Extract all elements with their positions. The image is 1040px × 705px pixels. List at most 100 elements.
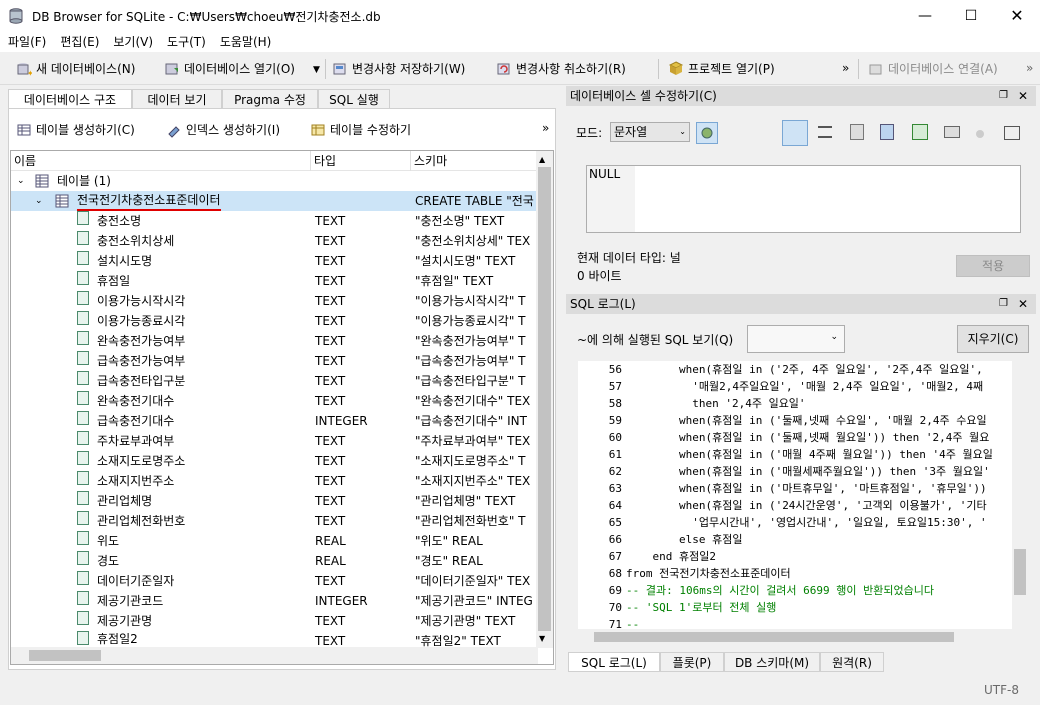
cell-editor[interactable]: NULL — [586, 165, 1021, 233]
float-dock-icon[interactable]: ❐ — [999, 294, 1008, 314]
open-project-button[interactable]: 프로젝트 열기(P) — [666, 57, 775, 81]
scroll-down-icon: ▼ — [539, 634, 546, 643]
menu-file[interactable]: 파일(F) — [2, 32, 52, 52]
field-row[interactable]: 주차료부과여부 TEXT "주차료부과여부" TEX — [11, 431, 536, 451]
col-type-header[interactable]: 타입 — [311, 151, 411, 171]
tree-vertical-scrollbar[interactable]: ▲ ▼ — [536, 151, 553, 648]
tables-node[interactable]: ⌄ 테이블 (1) — [11, 171, 536, 191]
field-row[interactable]: 완속충전가능여부 TEXT "완속충전가능여부" T — [11, 331, 536, 351]
field-row[interactable]: 충전소명 TEXT "충전소명" TEXT — [11, 211, 536, 231]
tab-remote[interactable]: 원격(R) — [820, 652, 884, 672]
field-icon — [77, 631, 89, 645]
field-row[interactable]: 데이터기준일자 TEXT "데이터기준일자" TEX — [11, 571, 536, 591]
close-button[interactable]: ✕ — [994, 0, 1040, 32]
tab-sql-log[interactable]: SQL 로그(L) — [568, 652, 660, 672]
print-icon[interactable] — [1004, 126, 1020, 140]
field-type: REAL — [315, 554, 346, 568]
field-row[interactable]: 소재지지번주소 TEXT "소재지지번주소" TEX — [11, 471, 536, 491]
field-row[interactable]: 위도 REAL "위도" REAL — [11, 531, 536, 551]
collapse-arrow-icon[interactable]: ⌄ — [17, 171, 25, 191]
save-icon[interactable] — [944, 126, 960, 138]
structure-more-icon[interactable]: » — [542, 121, 549, 135]
tab-pragma[interactable]: Pragma 수정 — [222, 89, 318, 109]
toolbar-more-icon[interactable]: » — [842, 61, 849, 75]
clear-log-button[interactable]: 지우기(C) — [957, 325, 1029, 353]
line-number: 59 — [608, 414, 622, 427]
create-table-button[interactable]: 테이블 생성하기(C) — [14, 118, 135, 142]
col-name-header[interactable]: 이름 — [11, 151, 311, 171]
log-line: 61 when(휴점일 in ('매월 4주째 월요일')) then '4주 … — [578, 446, 1028, 463]
field-row[interactable]: 제공기관명 TEXT "제공기관명" TEXT — [11, 611, 536, 631]
structure-toolbar: 테이블 생성하기(C) 인덱스 생성하기(I) 테이블 수정하기 » — [14, 118, 554, 140]
modify-table-button[interactable]: 테이블 수정하기 — [308, 118, 411, 142]
edit-cell-dock: 데이터베이스 셀 수정하기(C) ❐ ✕ 모드: 문자열 ⌄ NULL 현재 데이… — [566, 86, 1036, 284]
field-row[interactable]: 경도 REAL "경도" REAL — [11, 551, 536, 571]
attach-database-button[interactable]: 데이터베이스 연결(A) — [866, 57, 998, 81]
field-icon — [77, 591, 89, 605]
open-database-button[interactable]: 데이터베이스 열기(O) — [162, 57, 295, 81]
tree-horizontal-scrollbar[interactable] — [11, 647, 538, 664]
field-row[interactable]: 이용가능시작시각 TEXT "이용가능시작시각" T — [11, 291, 536, 311]
tab-db-schema[interactable]: DB 스키마(M) — [724, 652, 820, 672]
close-dock-icon[interactable]: ✕ — [1018, 86, 1028, 106]
field-row[interactable]: 급속충전가능여부 TEXT "급속충전가능여부" T — [11, 351, 536, 371]
sql-submitter-select[interactable]: ⌄ — [747, 325, 845, 353]
field-name: 이용가능종료시각 — [97, 314, 186, 328]
cell-value: NULL — [589, 167, 621, 181]
log-horizontal-scrollbar[interactable] — [578, 629, 1028, 645]
log-line: 60 when(휴점일 in ('둘째,넷째 월요일')) then '2,4주… — [578, 429, 1028, 446]
schema-tree[interactable]: 이름 타입 스키마 ⌄ 테이블 (1) ⌄ 전국전기차충전소표준데이터 CREA… — [10, 150, 554, 665]
apply-button[interactable]: 적용 — [956, 255, 1030, 277]
field-row[interactable]: 이용가능종료시각 TEXT "이용가능종료시각" T — [11, 311, 536, 331]
field-row[interactable]: 완속충전기대수 TEXT "완속충전기대수" TEX — [11, 391, 536, 411]
table-row-selected[interactable]: ⌄ 전국전기차충전소표준데이터 CREATE TABLE "전국 — [11, 191, 536, 211]
export-icon[interactable] — [880, 124, 894, 140]
auto-mode-button[interactable] — [696, 122, 718, 144]
open-dropdown-icon[interactable]: ▼ — [313, 65, 320, 75]
log-line: 68 from 전국전기차충전소표준데이터 — [578, 565, 1028, 582]
tab-browse-data[interactable]: 데이터 보기 — [132, 89, 222, 109]
mode-select[interactable]: 문자열 ⌄ — [610, 122, 690, 142]
field-name: 완속충전가능여부 — [97, 334, 186, 348]
field-row[interactable]: 휴점일 TEXT "휴점일" TEXT — [11, 271, 536, 291]
sql-log-editor[interactable]: 56 when(휴점일 in ('2주, 4주 일요일', '2주,4주 일요일… — [578, 361, 1028, 629]
field-row[interactable]: 소재지도로명주소 TEXT "소재지도로명주소" T — [11, 451, 536, 471]
float-dock-icon[interactable]: ❐ — [999, 86, 1008, 106]
collapse-arrow-icon[interactable]: ⌄ — [35, 191, 43, 211]
field-row[interactable]: 급속충전타입구분 TEXT "급속충전타입구분" T — [11, 371, 536, 391]
field-row[interactable]: 관리업체명 TEXT "관리업체명" TEXT — [11, 491, 536, 511]
menu-tools[interactable]: 도구(T) — [161, 32, 212, 52]
minimize-button[interactable]: — — [902, 0, 948, 32]
close-dock-icon[interactable]: ✕ — [1018, 294, 1028, 314]
tab-execute-sql[interactable]: SQL 실행 — [318, 89, 390, 109]
revert-changes-button[interactable]: 변경사항 취소하기(R) — [494, 57, 626, 81]
col-schema-header[interactable]: 스키마 — [411, 151, 538, 171]
create-index-icon — [168, 126, 180, 138]
word-wrap-icon[interactable] — [818, 126, 832, 138]
create-index-button[interactable]: 인덱스 생성하기(I) — [164, 118, 280, 142]
set-null-icon[interactable] — [912, 124, 928, 140]
field-row[interactable]: 충전소위치상세 TEXT "충전소위치상세" TEX — [11, 231, 536, 251]
write-changes-button[interactable]: 변경사항 저장하기(W) — [330, 57, 465, 81]
menu-help[interactable]: 도움말(H) — [214, 32, 278, 52]
field-row[interactable]: 급속충전기대수 INTEGER "급속충전기대수" INT — [11, 411, 536, 431]
toolbar-more2-icon[interactable]: » — [1026, 61, 1033, 75]
new-database-button[interactable]: ✦ 새 데이터베이스(N) — [14, 57, 135, 81]
field-icon — [77, 211, 89, 225]
menu-view[interactable]: 보기(V) — [107, 32, 159, 52]
dot-icon[interactable] — [976, 130, 984, 138]
text-view-icon[interactable] — [782, 120, 808, 146]
field-name: 충전소명 — [97, 214, 142, 228]
field-row[interactable]: 설치시도명 TEXT "설치시도명" TEXT — [11, 251, 536, 271]
tab-plot[interactable]: 플롯(P) — [660, 652, 724, 672]
field-row[interactable]: 관리업체전화번호 TEXT "관리업체전화번호" T — [11, 511, 536, 531]
import-icon[interactable] — [850, 124, 864, 140]
field-icon — [77, 551, 89, 565]
menu-edit[interactable]: 편집(E) — [54, 32, 105, 52]
line-text: when(휴점일 in ('24시간운영', '고객외 이용불가', '기타 — [626, 499, 987, 512]
svg-text:✦: ✦ — [27, 69, 32, 77]
tab-db-structure[interactable]: 데이터베이스 구조 — [8, 89, 132, 110]
log-vertical-scrollbar[interactable] — [1012, 361, 1028, 629]
maximize-button[interactable]: ☐ — [948, 0, 994, 32]
field-row[interactable]: 제공기관코드 INTEGER "제공기관코드" INTEG — [11, 591, 536, 611]
